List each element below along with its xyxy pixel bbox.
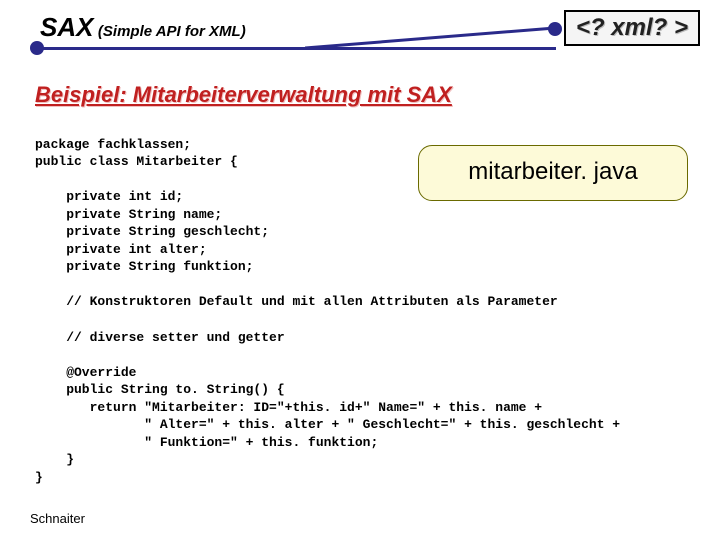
code-line: " Funktion=" + this. funktion;: [35, 435, 378, 450]
code-line: }: [35, 470, 43, 485]
slide-subtitle: Beispiel: Mitarbeiterverwaltung mit SAX: [35, 82, 720, 108]
code-line: // diverse setter und getter: [35, 330, 285, 345]
code-line: @Override: [35, 365, 136, 380]
footer-author: Schnaiter: [30, 511, 85, 526]
code-line: " Alter=" + this. alter + " Geschlecht="…: [35, 417, 620, 432]
title-main: SAX: [40, 12, 93, 42]
code-line: public class Mitarbeiter {: [35, 154, 238, 169]
code-line: private int alter;: [35, 242, 207, 257]
xml-badge: <? xml? >: [564, 10, 700, 46]
code-line: package fachklassen;: [35, 137, 191, 152]
code-line: public String to. String() {: [35, 382, 285, 397]
code-line: private int id;: [35, 189, 183, 204]
code-line: // Konstruktoren Default und mit allen A…: [35, 294, 558, 309]
code-line: private String funktion;: [35, 259, 253, 274]
title-sub: (Simple API for XML): [98, 23, 246, 40]
code-line: private String geschlecht;: [35, 224, 269, 239]
line-dot-right-icon: [548, 22, 562, 36]
code-line: }: [35, 452, 74, 467]
connector-line-icon: [305, 8, 560, 50]
code-line: private String name;: [35, 207, 222, 222]
code-block: package fachklassen; public class Mitarb…: [35, 118, 720, 486]
code-line: return "Mitarbeiter: ID="+this. id+" Nam…: [35, 400, 542, 415]
